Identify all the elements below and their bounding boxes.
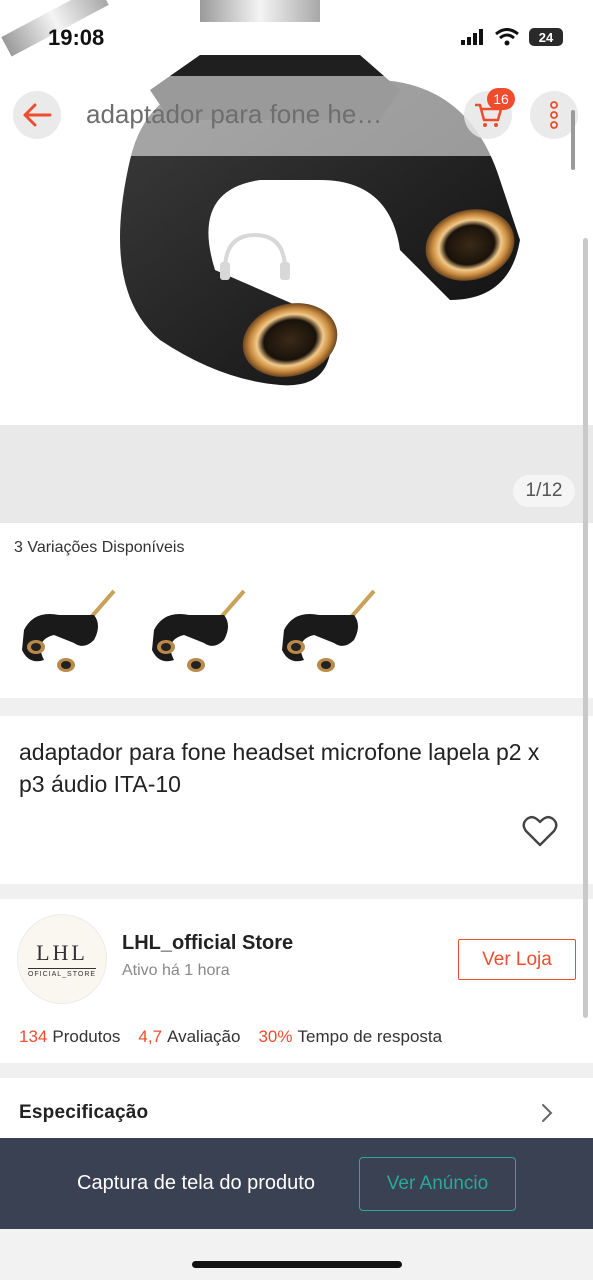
top-nav: adaptador para fone he… 16 [0, 76, 593, 156]
view-store-button[interactable]: Ver Loja [458, 939, 576, 980]
signal-icon [461, 29, 483, 45]
status-bar: 19:08 24 [0, 0, 593, 76]
battery-icon: 24 [529, 28, 563, 46]
variations-title: 3 Variações Disponíveis [14, 539, 185, 556]
variation-thumbnail-1[interactable] [14, 585, 122, 677]
specification-row[interactable]: Especificação [0, 1078, 593, 1138]
adapter-thumb [152, 589, 246, 672]
store-stats: 134 Produtos 4,7 Avaliação 30% Tempo de res… [19, 1027, 442, 1047]
stat-response: 30% Tempo de resposta [258, 1027, 442, 1047]
adapter-thumb [22, 589, 116, 672]
store-card: LHL OFICIAL_STORE LHL_official Store Ati… [0, 899, 593, 1063]
product-title: adaptador para fone headset microfone la… [19, 739, 540, 797]
store-name: LHL_official Store [122, 932, 294, 954]
search-field[interactable]: adaptador para fone he… [86, 99, 446, 130]
store-active-status: Ativo há 1 hora [122, 962, 230, 979]
stat-label: Produtos [52, 1027, 121, 1046]
variations-section: 3 Variações Disponíveis [0, 523, 593, 698]
store-logo[interactable]: LHL OFICIAL_STORE [17, 914, 107, 1004]
section-divider [0, 1063, 593, 1078]
status-icons: 24 [461, 28, 563, 46]
adapter-thumb [282, 589, 376, 672]
stat-rating: 4,7 Avaliação [138, 1027, 240, 1047]
stat-value: 30% [258, 1027, 293, 1046]
back-button[interactable] [13, 91, 61, 139]
variation-thumbnail-3[interactable] [274, 585, 382, 677]
cart-badge: 16 [487, 88, 515, 110]
image-gallery-backdrop [0, 425, 593, 523]
product-title-card: adaptador para fone headset microfone la… [0, 716, 593, 884]
variation-thumbnail-2[interactable] [144, 585, 252, 677]
home-indicator-area [0, 1229, 593, 1280]
store-logo-subtext: OFICIAL_STORE [27, 968, 97, 978]
chevron-right-icon [542, 1104, 553, 1122]
heart-icon[interactable] [522, 814, 558, 848]
status-time: 19:08 [48, 25, 105, 50]
variation-thumbnails [14, 585, 382, 677]
store-logo-text: LHL [36, 940, 88, 965]
arrow-left-icon [23, 103, 52, 127]
stat-value: 4,7 [138, 1027, 163, 1046]
stat-value: 134 [19, 1027, 48, 1046]
scroll-indicator-top [571, 110, 575, 170]
product-screenshot-text: Captura de tela do produto [77, 1172, 315, 1194]
specification-label: Especificação [19, 1102, 149, 1123]
image-counter: 1/12 [513, 475, 575, 507]
stat-label: Tempo de resposta [297, 1027, 443, 1046]
more-vertical-icon [550, 101, 558, 129]
wifi-icon [495, 28, 519, 46]
scrollbar[interactable] [583, 238, 588, 1018]
stat-label: Avaliação [167, 1027, 241, 1046]
section-divider [0, 698, 593, 716]
stat-products: 134 Produtos [19, 1027, 120, 1047]
bottom-bar: Captura de tela do produto Ver Anúncio [0, 1138, 593, 1229]
section-divider [0, 884, 593, 899]
view-listing-button[interactable]: Ver Anúncio [359, 1157, 516, 1211]
home-indicator[interactable] [192, 1261, 402, 1268]
